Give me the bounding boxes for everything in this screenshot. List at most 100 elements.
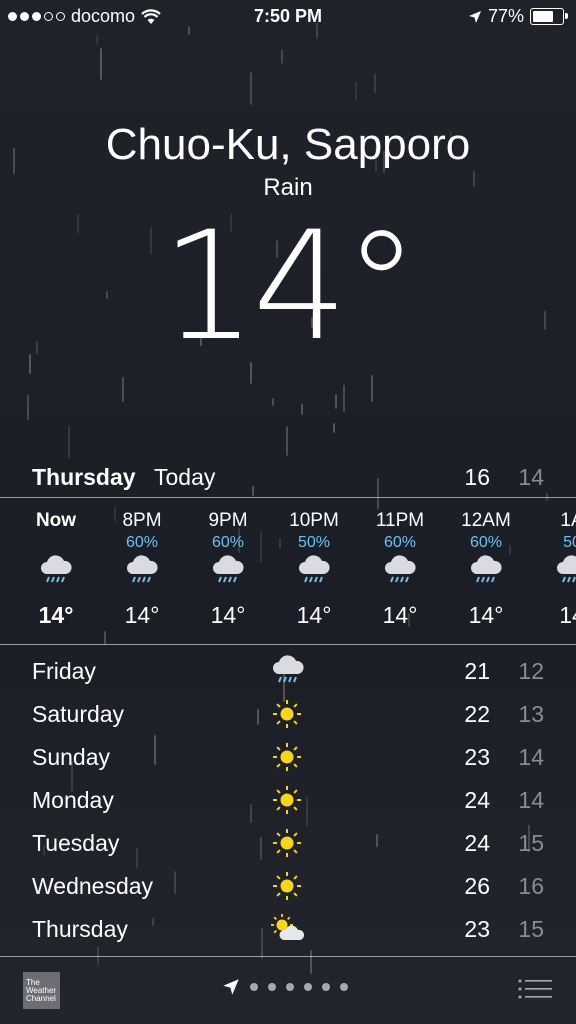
hour-label: 11PM	[375, 510, 425, 531]
day-name: Sunday	[32, 744, 111, 770]
day-low: 12	[518, 658, 544, 684]
day-name: Wednesday	[32, 873, 154, 899]
daily-row: Saturday 22 13	[0, 693, 576, 736]
location-arrow-icon	[468, 10, 481, 23]
status-bar: docomo 7:50 PM 77%	[0, 0, 576, 34]
day-low: 13	[518, 701, 544, 727]
precip-chance: 60%	[125, 534, 159, 551]
raindrop	[371, 375, 373, 402]
page-dot[interactable]	[250, 983, 258, 991]
battery-fill	[533, 11, 554, 22]
hour-label: 9PM	[208, 510, 248, 531]
day-high: 26	[464, 873, 490, 899]
raindrop	[374, 73, 376, 93]
hour-label: Now	[35, 510, 77, 531]
day-name: Saturday	[32, 701, 125, 727]
rain-cloud-icon	[554, 554, 576, 591]
city-name: Chuo-Ku, Sapporo	[105, 120, 471, 169]
battery-percent: 77%	[487, 6, 524, 26]
rain-cloud-icon	[468, 554, 504, 591]
weather-channel-logo[interactable]: The Weather Channel	[23, 972, 60, 1009]
day-name: Monday	[32, 787, 114, 813]
battery-icon	[530, 8, 568, 25]
partly-cloudy-icon	[270, 912, 306, 952]
raindrop	[96, 35, 98, 45]
day-high: 21	[464, 658, 490, 684]
precip-chance: 60%	[469, 534, 503, 551]
page-dot[interactable]	[304, 983, 312, 991]
day-high: 24	[464, 787, 490, 813]
current-temperature: 14°	[161, 200, 419, 374]
hour-temperature: 14°	[38, 602, 74, 628]
hour-temperature: 14	[559, 602, 576, 628]
raindrop	[301, 404, 303, 415]
hourly-forecast[interactable]: Now 14° 8PM 60% 14° 9PM 60% 14° 10PM 50% 14° 11PM 60…	[0, 498, 576, 644]
raindrop	[27, 395, 29, 420]
day-low: 14	[518, 787, 544, 813]
raindrop	[355, 82, 357, 100]
day-low: 14	[518, 744, 544, 770]
raindrop	[335, 394, 337, 409]
day-name: Friday	[32, 658, 96, 684]
raindrop	[343, 385, 345, 412]
day-high: 24	[464, 830, 490, 856]
daily-row: Monday 24 14	[0, 779, 576, 822]
today-summary: Thursday Today 16 14	[0, 460, 576, 494]
day-low: 15	[518, 830, 544, 856]
rain-cloud-icon	[210, 554, 246, 591]
hour-label: 1A	[560, 510, 576, 531]
rain-cloud-icon	[382, 554, 418, 591]
page-dot[interactable]	[322, 983, 330, 991]
precip-chance: 60%	[383, 534, 417, 551]
bottom-toolbar: The Weather Channel	[0, 958, 576, 1024]
precip-chance: 50	[563, 534, 576, 551]
today-day: Thursday	[32, 464, 136, 490]
sun-icon	[270, 783, 304, 823]
raindrop	[122, 377, 124, 402]
raindrop	[286, 426, 288, 456]
hour-label: 12AM	[461, 510, 511, 531]
day-low: 16	[518, 873, 544, 899]
location-arrow-icon	[223, 979, 239, 995]
page-dot[interactable]	[340, 983, 348, 991]
hour-temperature: 14°	[468, 602, 504, 628]
hour-label: 8PM	[122, 510, 162, 531]
page-indicator[interactable]	[222, 978, 348, 996]
divider	[0, 644, 576, 645]
raindrop	[100, 48, 102, 80]
today-high: 16	[464, 464, 490, 490]
today-low: 14	[518, 464, 544, 490]
hour-label: 10PM	[289, 510, 339, 531]
raindrop	[68, 426, 70, 458]
logo-text: Channel	[26, 994, 56, 1003]
day-high: 23	[464, 916, 490, 942]
rain-cloud-icon	[270, 654, 306, 692]
rain-cloud-icon	[38, 554, 74, 591]
daily-row: Tuesday 24 15	[0, 822, 576, 865]
raindrop	[250, 72, 252, 105]
page-dot[interactable]	[268, 983, 276, 991]
raindrop	[281, 49, 283, 64]
rain-cloud-icon	[296, 554, 332, 591]
precip-chance: 50%	[297, 534, 331, 551]
day-high: 23	[464, 744, 490, 770]
divider	[0, 956, 576, 957]
list-icon[interactable]	[518, 978, 552, 1000]
daily-row: Thursday 23 15	[0, 908, 576, 951]
precip-chance: 60%	[211, 534, 245, 551]
sun-icon	[270, 826, 304, 866]
sun-icon	[270, 697, 304, 737]
day-name: Thursday	[32, 916, 128, 942]
rain-cloud-icon	[124, 554, 160, 591]
page-dot[interactable]	[286, 983, 294, 991]
day-low: 15	[518, 916, 544, 942]
hour-temperature: 14°	[124, 602, 160, 628]
day-name: Tuesday	[32, 830, 120, 856]
hour-temperature: 14°	[210, 602, 246, 628]
today-label: Today	[154, 464, 216, 490]
hour-temperature: 14°	[296, 602, 332, 628]
hour-temperature: 14°	[382, 602, 418, 628]
daily-row: Friday 21 12	[0, 650, 576, 693]
daily-row: Wednesday 26 16	[0, 865, 576, 908]
raindrop	[333, 423, 335, 433]
